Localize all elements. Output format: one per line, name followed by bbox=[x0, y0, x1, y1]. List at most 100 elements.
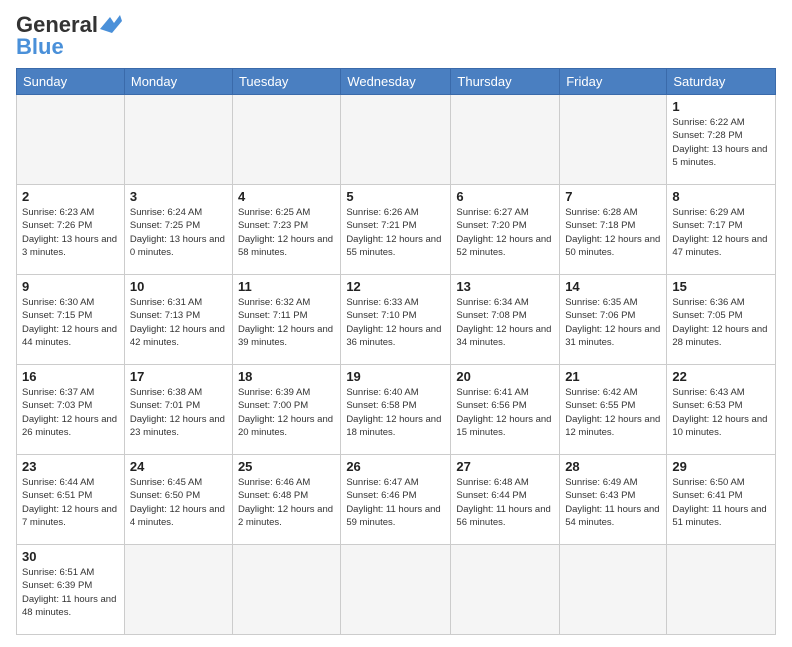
sunset-label: Sunset: 6:43 PM bbox=[565, 490, 635, 501]
day-number: 16 bbox=[22, 369, 119, 384]
day-number: 10 bbox=[130, 279, 227, 294]
day-number: 8 bbox=[672, 189, 770, 204]
calendar-cell: 2 Sunrise: 6:23 AM Sunset: 7:26 PM Dayli… bbox=[17, 185, 125, 275]
day-number: 15 bbox=[672, 279, 770, 294]
sunrise-label: Sunrise: 6:35 AM bbox=[565, 297, 637, 308]
day-info: Sunrise: 6:41 AM Sunset: 6:56 PM Dayligh… bbox=[456, 386, 554, 439]
col-tuesday: Tuesday bbox=[232, 69, 340, 95]
sunset-label: Sunset: 7:05 PM bbox=[672, 310, 742, 321]
calendar-week-row: 30 Sunrise: 6:51 AM Sunset: 6:39 PM Dayl… bbox=[17, 545, 776, 635]
daylight-label: Daylight: 12 hours and 44 minutes. bbox=[22, 324, 117, 348]
daylight-label: Daylight: 12 hours and 47 minutes. bbox=[672, 234, 767, 258]
calendar-cell: 7 Sunrise: 6:28 AM Sunset: 7:18 PM Dayli… bbox=[560, 185, 667, 275]
daylight-label: Daylight: 12 hours and 26 minutes. bbox=[22, 414, 117, 438]
calendar-cell: 13 Sunrise: 6:34 AM Sunset: 7:08 PM Dayl… bbox=[451, 275, 560, 365]
daylight-label: Daylight: 12 hours and 10 minutes. bbox=[672, 414, 767, 438]
sunrise-label: Sunrise: 6:24 AM bbox=[130, 207, 202, 218]
day-info: Sunrise: 6:23 AM Sunset: 7:26 PM Dayligh… bbox=[22, 206, 119, 259]
sunrise-label: Sunrise: 6:36 AM bbox=[672, 297, 744, 308]
logo: General Blue bbox=[16, 12, 122, 60]
sunrise-label: Sunrise: 6:41 AM bbox=[456, 387, 528, 398]
sunset-label: Sunset: 7:10 PM bbox=[346, 310, 416, 321]
daylight-label: Daylight: 12 hours and 28 minutes. bbox=[672, 324, 767, 348]
sunset-label: Sunset: 7:17 PM bbox=[672, 220, 742, 231]
logo-blue-text: Blue bbox=[16, 34, 64, 60]
sunrise-label: Sunrise: 6:32 AM bbox=[238, 297, 310, 308]
sunset-label: Sunset: 7:25 PM bbox=[130, 220, 200, 231]
sunrise-label: Sunrise: 6:30 AM bbox=[22, 297, 94, 308]
sunset-label: Sunset: 6:41 PM bbox=[672, 490, 742, 501]
day-info: Sunrise: 6:45 AM Sunset: 6:50 PM Dayligh… bbox=[130, 476, 227, 529]
calendar-week-row: 1 Sunrise: 6:22 AM Sunset: 7:28 PM Dayli… bbox=[17, 95, 776, 185]
day-number: 14 bbox=[565, 279, 661, 294]
calendar-cell: 9 Sunrise: 6:30 AM Sunset: 7:15 PM Dayli… bbox=[17, 275, 125, 365]
day-info: Sunrise: 6:48 AM Sunset: 6:44 PM Dayligh… bbox=[456, 476, 554, 529]
calendar-cell: 15 Sunrise: 6:36 AM Sunset: 7:05 PM Dayl… bbox=[667, 275, 776, 365]
day-number: 4 bbox=[238, 189, 335, 204]
daylight-label: Daylight: 12 hours and 50 minutes. bbox=[565, 234, 660, 258]
day-number: 11 bbox=[238, 279, 335, 294]
daylight-label: Daylight: 12 hours and 15 minutes. bbox=[456, 414, 551, 438]
daylight-label: Daylight: 13 hours and 0 minutes. bbox=[130, 234, 225, 258]
calendar-cell: 26 Sunrise: 6:47 AM Sunset: 6:46 PM Dayl… bbox=[341, 455, 451, 545]
daylight-label: Daylight: 12 hours and 36 minutes. bbox=[346, 324, 441, 348]
sunrise-label: Sunrise: 6:43 AM bbox=[672, 387, 744, 398]
day-number: 28 bbox=[565, 459, 661, 474]
sunrise-label: Sunrise: 6:31 AM bbox=[130, 297, 202, 308]
day-info: Sunrise: 6:44 AM Sunset: 6:51 PM Dayligh… bbox=[22, 476, 119, 529]
calendar-cell: 24 Sunrise: 6:45 AM Sunset: 6:50 PM Dayl… bbox=[124, 455, 232, 545]
daylight-label: Daylight: 12 hours and 18 minutes. bbox=[346, 414, 441, 438]
day-number: 30 bbox=[22, 549, 119, 564]
calendar-cell: 19 Sunrise: 6:40 AM Sunset: 6:58 PM Dayl… bbox=[341, 365, 451, 455]
daylight-label: Daylight: 11 hours and 51 minutes. bbox=[672, 504, 766, 528]
sunset-label: Sunset: 6:48 PM bbox=[238, 490, 308, 501]
day-info: Sunrise: 6:49 AM Sunset: 6:43 PM Dayligh… bbox=[565, 476, 661, 529]
header: General Blue bbox=[16, 12, 776, 60]
sunrise-label: Sunrise: 6:47 AM bbox=[346, 477, 418, 488]
day-info: Sunrise: 6:27 AM Sunset: 7:20 PM Dayligh… bbox=[456, 206, 554, 259]
calendar-cell: 27 Sunrise: 6:48 AM Sunset: 6:44 PM Dayl… bbox=[451, 455, 560, 545]
sunrise-label: Sunrise: 6:23 AM bbox=[22, 207, 94, 218]
calendar-cell: 10 Sunrise: 6:31 AM Sunset: 7:13 PM Dayl… bbox=[124, 275, 232, 365]
sunset-label: Sunset: 7:15 PM bbox=[22, 310, 92, 321]
sunrise-label: Sunrise: 6:38 AM bbox=[130, 387, 202, 398]
sunrise-label: Sunrise: 6:33 AM bbox=[346, 297, 418, 308]
sunset-label: Sunset: 6:53 PM bbox=[672, 400, 742, 411]
calendar-cell bbox=[341, 545, 451, 635]
calendar-cell: 11 Sunrise: 6:32 AM Sunset: 7:11 PM Dayl… bbox=[232, 275, 340, 365]
sunrise-label: Sunrise: 6:48 AM bbox=[456, 477, 528, 488]
calendar-cell bbox=[451, 545, 560, 635]
day-number: 5 bbox=[346, 189, 445, 204]
sunset-label: Sunset: 6:50 PM bbox=[130, 490, 200, 501]
calendar-week-row: 16 Sunrise: 6:37 AM Sunset: 7:03 PM Dayl… bbox=[17, 365, 776, 455]
sunrise-label: Sunrise: 6:25 AM bbox=[238, 207, 310, 218]
day-number: 2 bbox=[22, 189, 119, 204]
sunrise-label: Sunrise: 6:51 AM bbox=[22, 567, 94, 578]
daylight-label: Daylight: 12 hours and 39 minutes. bbox=[238, 324, 333, 348]
sunset-label: Sunset: 6:46 PM bbox=[346, 490, 416, 501]
day-number: 23 bbox=[22, 459, 119, 474]
day-info: Sunrise: 6:47 AM Sunset: 6:46 PM Dayligh… bbox=[346, 476, 445, 529]
daylight-label: Daylight: 11 hours and 56 minutes. bbox=[456, 504, 550, 528]
calendar-cell bbox=[232, 545, 340, 635]
day-info: Sunrise: 6:40 AM Sunset: 6:58 PM Dayligh… bbox=[346, 386, 445, 439]
sunset-label: Sunset: 7:21 PM bbox=[346, 220, 416, 231]
daylight-label: Daylight: 11 hours and 48 minutes. bbox=[22, 594, 116, 618]
day-info: Sunrise: 6:30 AM Sunset: 7:15 PM Dayligh… bbox=[22, 296, 119, 349]
calendar-cell: 12 Sunrise: 6:33 AM Sunset: 7:10 PM Dayl… bbox=[341, 275, 451, 365]
day-info: Sunrise: 6:39 AM Sunset: 7:00 PM Dayligh… bbox=[238, 386, 335, 439]
calendar-week-row: 9 Sunrise: 6:30 AM Sunset: 7:15 PM Dayli… bbox=[17, 275, 776, 365]
calendar-cell: 3 Sunrise: 6:24 AM Sunset: 7:25 PM Dayli… bbox=[124, 185, 232, 275]
calendar-cell bbox=[451, 95, 560, 185]
calendar-cell bbox=[17, 95, 125, 185]
logo-bird-icon bbox=[100, 15, 122, 33]
sunrise-label: Sunrise: 6:42 AM bbox=[565, 387, 637, 398]
sunset-label: Sunset: 7:01 PM bbox=[130, 400, 200, 411]
sunset-label: Sunset: 7:26 PM bbox=[22, 220, 92, 231]
col-thursday: Thursday bbox=[451, 69, 560, 95]
day-number: 26 bbox=[346, 459, 445, 474]
calendar-week-row: 23 Sunrise: 6:44 AM Sunset: 6:51 PM Dayl… bbox=[17, 455, 776, 545]
daylight-label: Daylight: 12 hours and 34 minutes. bbox=[456, 324, 551, 348]
day-info: Sunrise: 6:50 AM Sunset: 6:41 PM Dayligh… bbox=[672, 476, 770, 529]
daylight-label: Daylight: 12 hours and 55 minutes. bbox=[346, 234, 441, 258]
